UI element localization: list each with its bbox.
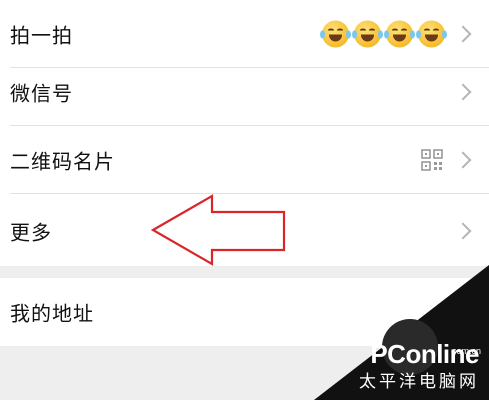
row-label: 我的地址 (10, 301, 94, 326)
qr-code-icon (421, 149, 443, 171)
row-qr-card[interactable]: 二维码名片 (0, 126, 489, 194)
chevron-right-icon (454, 222, 472, 240)
pconline-watermark: com.cn PConline 太平洋电脑网 (314, 265, 489, 400)
emoji-preview (320, 20, 447, 48)
laughing-emoji-icon (384, 20, 415, 48)
chevron-right-icon (454, 25, 472, 43)
chevron-right-icon (454, 151, 472, 169)
watermark-brand: PConline (370, 339, 479, 369)
laughing-emoji-icon (416, 20, 447, 48)
laughing-emoji-icon (320, 20, 351, 48)
row-label: 更多 (10, 220, 52, 245)
laughing-emoji-icon (352, 20, 383, 48)
chevron-right-icon (454, 83, 472, 101)
watermark-subtitle: 太平洋电脑网 (359, 372, 479, 392)
row-label: 拍一拍 (10, 23, 73, 48)
row-wechat-id[interactable]: 微信号 (0, 58, 489, 126)
row-label: 二维码名片 (10, 149, 115, 174)
red-arrow-annotation (150, 194, 286, 266)
row-label: 微信号 (10, 81, 73, 106)
